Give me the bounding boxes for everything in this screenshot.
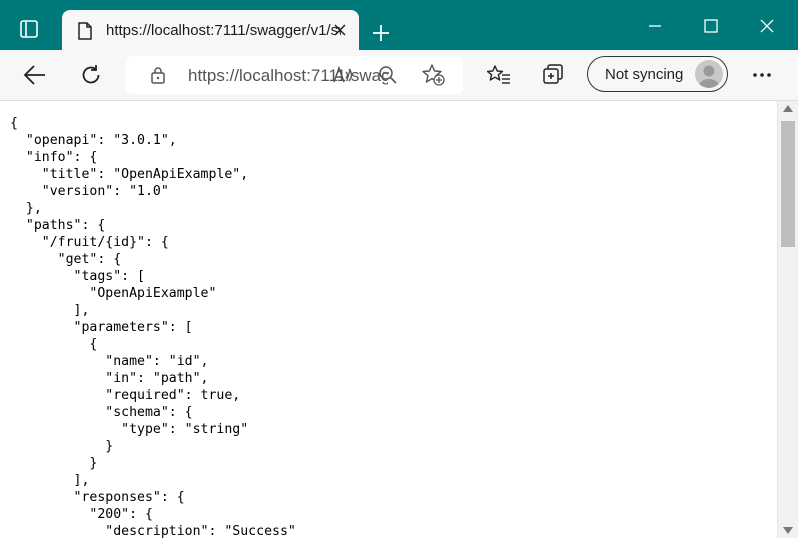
scroll-up-arrow-icon[interactable]: [783, 105, 793, 112]
zoom-out-icon: [379, 66, 397, 84]
new-tab-button[interactable]: [366, 18, 396, 48]
json-line: {: [10, 337, 98, 352]
json-line: "version": "1.0": [10, 184, 169, 199]
title-bar: https://localhost:7111/swagger/v1/swagge…: [0, 0, 798, 50]
json-line: "/fruit/{id}": {: [10, 235, 169, 250]
avatar: [695, 60, 723, 88]
address-bar[interactable]: https://localhost:7111/swagger/v1/swagge…: [126, 56, 463, 94]
maximize-button[interactable]: [690, 6, 732, 46]
more-button[interactable]: [745, 58, 779, 92]
json-line: }: [10, 439, 114, 454]
tab-actions-button[interactable]: [12, 12, 46, 46]
close-tab-button[interactable]: [331, 21, 349, 39]
active-tab[interactable]: https://localhost:7111/swagger/v1/swagge…: [62, 10, 359, 50]
scroll-down-arrow-icon[interactable]: [783, 527, 793, 534]
minimize-icon: [649, 25, 661, 27]
json-line: "in": "path",: [10, 371, 209, 386]
minimize-button[interactable]: [634, 6, 676, 46]
refresh-icon: [82, 65, 100, 84]
more-icon: [753, 73, 771, 77]
maximize-icon: [704, 19, 718, 33]
add-favorite-icon: [422, 64, 445, 86]
json-line: "parameters": [: [10, 320, 193, 335]
json-line: "title": "OpenApiExample",: [10, 167, 249, 182]
json-line: "get": {: [10, 252, 122, 267]
collections-icon: [543, 64, 563, 84]
json-line: "required": true,: [10, 388, 241, 403]
close-icon: [760, 19, 774, 33]
json-line: "name": "id",: [10, 354, 209, 369]
url-text[interactable]: https://localhost:7111/swagger/v1/swagge…: [188, 66, 388, 86]
page-content: { "openapi": "3.0.1", "info": { "title":…: [0, 101, 777, 538]
read-aloud-button[interactable]: [330, 61, 358, 89]
plus-icon: [373, 25, 389, 41]
json-line: "200": {: [10, 507, 153, 522]
person-icon: [698, 65, 720, 88]
collections-button[interactable]: [537, 58, 571, 92]
sync-status-label: Not syncing: [605, 66, 684, 83]
back-arrow-icon: [23, 65, 45, 85]
zoom-out-button[interactable]: [374, 61, 402, 89]
favorites-icon: [487, 65, 510, 84]
json-line: "responses": {: [10, 490, 185, 505]
toolbar: https://localhost:7111/swagger/v1/swagge…: [0, 50, 798, 101]
favorites-button[interactable]: [482, 58, 516, 92]
profile-button[interactable]: Not syncing: [587, 56, 728, 92]
json-viewer: { "openapi": "3.0.1", "info": { "title":…: [0, 101, 777, 538]
close-window-button[interactable]: [746, 6, 788, 46]
json-line: "schema": {: [10, 405, 193, 420]
scrollbar-thumb[interactable]: [781, 121, 795, 247]
json-line: "type": "string": [10, 422, 249, 437]
back-button[interactable]: [18, 58, 52, 92]
vertical-scrollbar[interactable]: [777, 101, 798, 538]
json-line: "paths": {: [10, 218, 106, 233]
read-aloud-icon: [333, 66, 353, 83]
document-icon: [78, 22, 92, 40]
json-line: "info": {: [10, 150, 98, 165]
close-icon: [334, 24, 346, 36]
json-line: {: [10, 116, 18, 131]
json-line: },: [10, 201, 42, 216]
add-favorite-button[interactable]: [420, 61, 448, 89]
json-line: ],: [10, 303, 90, 318]
json-line: "tags": [: [10, 269, 145, 284]
json-line: }: [10, 456, 98, 471]
json-line: ],: [10, 473, 90, 488]
lock-icon: [151, 67, 165, 84]
tab-title: https://localhost:7111/swagger/v1/swagge…: [106, 22, 341, 39]
json-line: "OpenApiExample": [10, 286, 217, 301]
tab-actions-icon: [20, 20, 38, 38]
json-line: "description": "Success": [10, 524, 296, 538]
site-info-button[interactable]: [144, 61, 172, 89]
json-line: "openapi": "3.0.1",: [10, 133, 177, 148]
refresh-button[interactable]: [74, 58, 108, 92]
